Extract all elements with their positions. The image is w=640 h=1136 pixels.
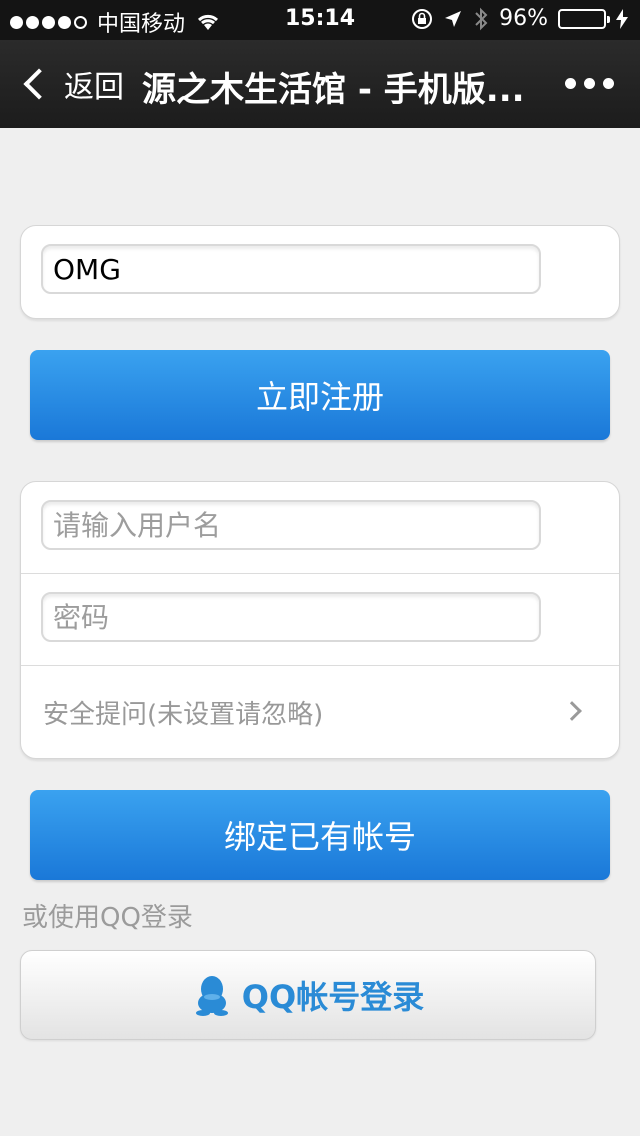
qq-login-hint: 或使用QQ登录 — [22, 903, 193, 933]
username-input[interactable] — [41, 500, 541, 550]
more-options-button[interactable] — [565, 78, 614, 89]
nav-bar: 返回 源之木生活馆 - 手机版... — [0, 40, 640, 128]
more-dots-icon — [565, 78, 576, 89]
location-arrow-icon — [445, 10, 462, 27]
qq-penguin-icon — [195, 976, 228, 1016]
register-card — [20, 225, 620, 319]
register-name-input[interactable] — [41, 244, 541, 294]
back-label: 返回 — [64, 70, 124, 105]
chevron-left-icon — [23, 68, 55, 100]
status-bar: 中国移动 15:14 96% — [0, 0, 640, 40]
back-button[interactable]: 返回 — [18, 60, 124, 108]
qq-login-label: QQ帐号登录 — [241, 978, 425, 1016]
battery-percent: 96% — [499, 6, 548, 31]
bind-account-button[interactable]: 绑定已有帐号 — [30, 790, 610, 880]
bluetooth-icon — [475, 7, 488, 30]
battery-icon — [558, 8, 610, 29]
chevron-right-icon — [562, 701, 582, 721]
security-question-label: 安全提问(未设置请忽略) — [43, 700, 324, 730]
register-button[interactable]: 立即注册 — [30, 350, 610, 440]
qq-login-button[interactable]: QQ帐号登录 — [20, 950, 596, 1040]
security-question-select[interactable]: 安全提问(未设置请忽略) — [21, 666, 619, 758]
charging-icon — [616, 8, 628, 29]
rotation-lock-icon — [412, 8, 433, 29]
password-input[interactable] — [41, 592, 541, 642]
page-title: 源之木生活馆 - 手机版... — [142, 70, 525, 110]
bind-account-card: 安全提问(未设置请忽略) — [20, 481, 620, 759]
